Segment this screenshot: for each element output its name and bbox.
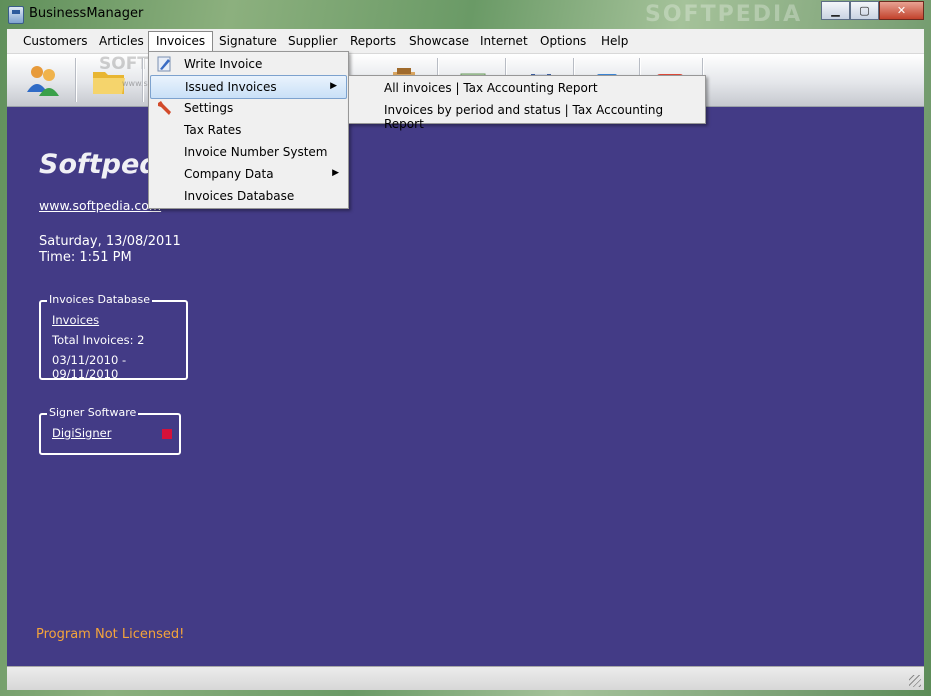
menu-internet[interactable]: Internet bbox=[473, 32, 535, 50]
signer-software-box: Signer Software DigiSigner bbox=[39, 406, 181, 455]
invoices-database-title: Invoices Database bbox=[47, 293, 153, 306]
wrench-icon bbox=[158, 101, 171, 115]
invoices-database-box: Invoices Database Invoices Total Invoice… bbox=[39, 293, 188, 381]
window-title: BusinessManager bbox=[29, 6, 144, 21]
menu-issued-invoices[interactable]: Issued Invoices ▶ bbox=[150, 75, 347, 99]
menu-supplier[interactable]: Supplier bbox=[281, 32, 344, 50]
main-panel: Softpedia www.softpedia.com Saturday, 13… bbox=[7, 107, 924, 665]
menu-invoices-by-period-report[interactable]: Invoices by period and status | Tax Acco… bbox=[384, 103, 705, 131]
pen-icon bbox=[157, 56, 171, 72]
minimize-icon: ▁ bbox=[831, 4, 840, 17]
menu-invoice-number-system[interactable]: Invoice Number System bbox=[149, 141, 348, 163]
menu-invoices-database[interactable]: Invoices Database bbox=[149, 185, 348, 207]
settings-label: Settings bbox=[184, 101, 234, 115]
menu-write-invoice[interactable]: Write Invoice bbox=[149, 53, 348, 75]
menu-all-invoices-report[interactable]: All invoices | Tax Accounting Report bbox=[384, 81, 598, 95]
invoices-link[interactable]: Invoices bbox=[52, 313, 99, 327]
customers-icon[interactable] bbox=[25, 62, 61, 98]
digisigner-link[interactable]: DigiSigner bbox=[52, 426, 111, 440]
minimize-button[interactable]: ▁ bbox=[821, 1, 850, 20]
menu-options[interactable]: Options bbox=[533, 32, 593, 50]
close-button[interactable]: ✕ bbox=[879, 1, 924, 20]
invoice-date-range: 03/11/2010 - 09/11/2010 bbox=[52, 353, 127, 381]
app-icon[interactable] bbox=[8, 6, 24, 24]
menu-settings[interactable]: Settings bbox=[149, 97, 348, 119]
license-warning: Program Not Licensed! bbox=[36, 627, 185, 642]
invoices-database-label: Invoices Database bbox=[184, 189, 295, 203]
menu-help[interactable]: Help bbox=[594, 32, 635, 50]
invoices-dropdown: Write Invoice Issued Invoices ▶ Settings… bbox=[148, 51, 349, 209]
close-icon: ✕ bbox=[896, 4, 907, 17]
resize-grip-icon[interactable] bbox=[909, 675, 921, 687]
menu-tax-rates[interactable]: Tax Rates bbox=[149, 119, 348, 141]
watermark: SOFTPEDIA bbox=[645, 2, 803, 27]
status-bar bbox=[7, 666, 924, 690]
maximize-icon: ▢ bbox=[859, 4, 870, 17]
write-invoice-label: Write Invoice bbox=[184, 57, 263, 71]
maximize-button[interactable]: ▢ bbox=[850, 1, 879, 20]
current-date: Saturday, 13/08/2011 bbox=[39, 234, 181, 249]
signer-status-icon bbox=[162, 429, 172, 439]
menu-company-data[interactable]: Company Data ▶ bbox=[149, 163, 348, 185]
invoice-number-system-label: Invoice Number System bbox=[184, 145, 328, 159]
issued-invoices-label: Issued Invoices bbox=[185, 80, 277, 94]
website-link[interactable]: www.softpedia.com bbox=[39, 198, 161, 213]
menu-signature[interactable]: Signature bbox=[212, 32, 284, 50]
menu-invoices[interactable]: Invoices bbox=[148, 31, 214, 52]
signer-software-title: Signer Software bbox=[47, 406, 139, 419]
menu-customers[interactable]: Customers bbox=[16, 32, 95, 50]
window-controls: ▁ ▢ ✕ bbox=[821, 1, 924, 20]
app-window: BusinessManager SOFTPEDIA ▁ ▢ ✕ Customer… bbox=[0, 0, 931, 696]
tax-rates-label: Tax Rates bbox=[184, 123, 242, 137]
menu-bar: Customers Articles Invoices Signature Su… bbox=[7, 29, 924, 54]
total-invoices: Total Invoices: 2 bbox=[52, 333, 145, 347]
menu-showcase[interactable]: Showcase bbox=[402, 32, 476, 50]
menu-articles[interactable]: Articles bbox=[92, 32, 151, 50]
menu-reports[interactable]: Reports bbox=[343, 32, 403, 50]
company-data-label: Company Data bbox=[184, 167, 274, 181]
title-bar: BusinessManager SOFTPEDIA ▁ ▢ ✕ bbox=[0, 0, 931, 28]
current-time: Time: 1:51 PM bbox=[39, 250, 132, 265]
submenu-arrow-icon: ▶ bbox=[330, 81, 337, 91]
submenu-arrow-icon: ▶ bbox=[332, 168, 339, 178]
issued-invoices-submenu: All invoices | Tax Accounting Report Inv… bbox=[348, 75, 706, 131]
